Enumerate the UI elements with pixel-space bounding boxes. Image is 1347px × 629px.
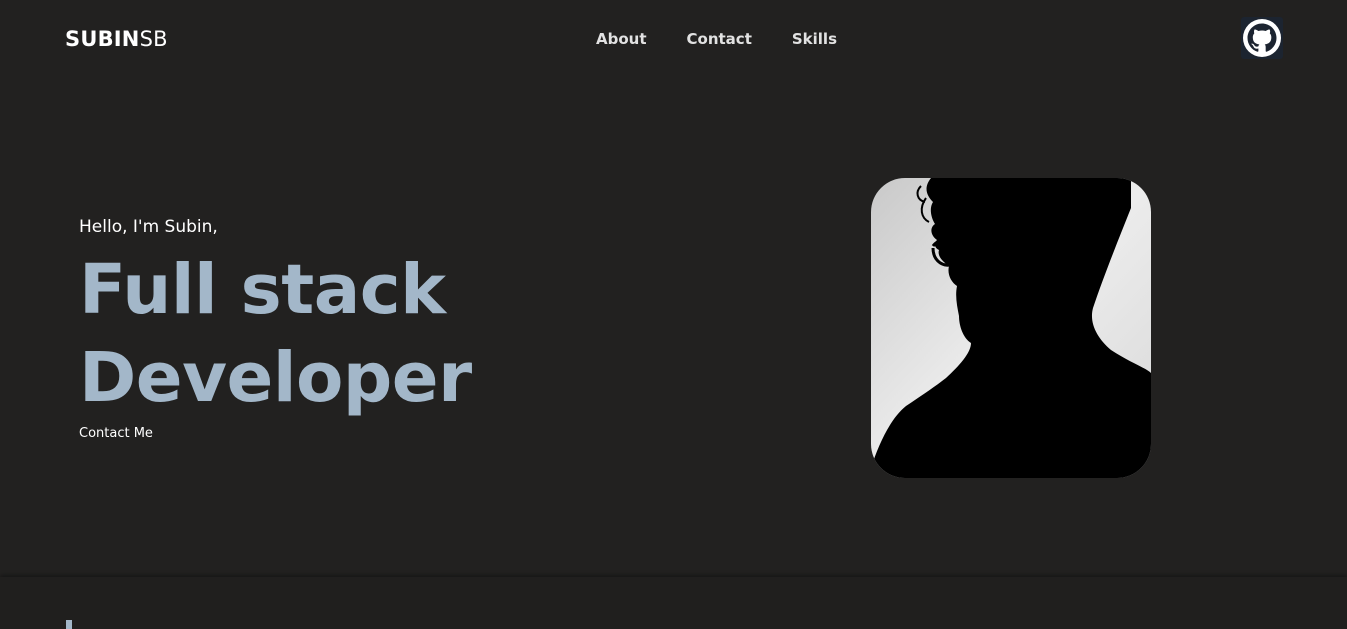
silhouette-image <box>871 178 1151 478</box>
brand-name-light: SB <box>139 27 168 51</box>
next-section <box>0 577 1347 629</box>
site-header: SUBINSB About Contact Skills <box>0 0 1347 78</box>
hero-greeting: Hello, I'm Subin, <box>79 217 218 237</box>
contact-me-button[interactable]: Contact Me <box>79 425 153 443</box>
main-nav: About Contact Skills <box>596 29 837 49</box>
github-icon <box>1243 19 1281 57</box>
nav-link-about[interactable]: About <box>596 29 647 49</box>
hero-title-line-2: Developer <box>79 338 472 418</box>
hero-title: Full stack Developer <box>79 246 472 422</box>
hero-title-line-1: Full stack <box>79 250 446 330</box>
brand-logo[interactable]: SUBINSB <box>65 26 168 52</box>
next-section-heading-peek <box>66 620 72 629</box>
nav-link-contact[interactable]: Contact <box>687 29 752 49</box>
brand-name-bold: SUBIN <box>65 27 140 51</box>
github-link[interactable] <box>1241 17 1283 59</box>
nav-link-skills[interactable]: Skills <box>792 29 837 49</box>
profile-photo <box>871 178 1151 478</box>
